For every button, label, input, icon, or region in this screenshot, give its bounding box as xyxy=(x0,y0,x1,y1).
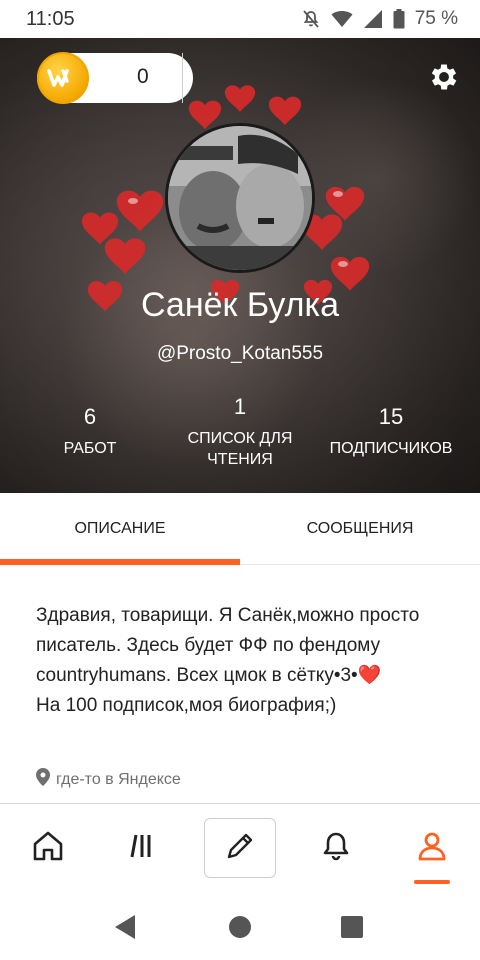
bio-text: Здравия, товарищи. Я Санёк,можно просто … xyxy=(36,601,446,721)
status-bar: 11:05 75 % xyxy=(0,0,480,38)
tab-description[interactable]: ОПИСАНИЕ xyxy=(0,493,240,565)
stat-reading-list-label: СПИСОК ДЛЯ ЧТЕНИЯ xyxy=(187,430,293,468)
stat-followers-value: 15 xyxy=(378,404,404,429)
battery-icon xyxy=(393,9,405,29)
active-nav-indicator xyxy=(414,880,450,884)
stat-reading-list[interactable]: 1 СПИСОК ДЛЯ ЧТЕНИЯ xyxy=(170,394,310,470)
stat-works[interactable]: 6 РАБОТ xyxy=(40,404,140,459)
stat-followers[interactable]: 15 ПОДПИСЧИКОВ xyxy=(320,404,462,459)
pencil-icon xyxy=(223,829,257,868)
user-handle: @Prosto_Kotan555 xyxy=(156,343,324,364)
status-icons: 75 % xyxy=(301,8,458,30)
gear-icon[interactable] xyxy=(427,60,461,94)
stat-followers-label: ПОДПИСЧИКОВ xyxy=(329,440,453,457)
profile-tabs: ОПИСАНИЕ СООБЩЕНИЯ xyxy=(0,493,480,565)
bio-line-1: Здравия, товарищи. Я Санёк,можно просто … xyxy=(36,605,420,686)
coin-count: 0 xyxy=(137,65,149,88)
back-icon[interactable] xyxy=(110,912,140,942)
location-text: где-то в Яндексе xyxy=(56,770,181,788)
nav-notifications[interactable] xyxy=(300,818,372,878)
coin-icon xyxy=(37,52,89,104)
avatar[interactable] xyxy=(165,123,315,273)
bottom-navigation xyxy=(0,803,480,895)
recents-icon[interactable] xyxy=(337,912,367,942)
location-pin-icon xyxy=(36,768,50,791)
bio-line-2: На 100 подписок,моя биография;) xyxy=(36,695,337,716)
library-icon xyxy=(127,829,161,868)
battery-percent: 75 % xyxy=(414,8,458,29)
profile-header: 0 + Санёк Булка @Prosto_Kotan555 6 РАБОТ… xyxy=(0,38,480,493)
bell-icon xyxy=(319,829,353,868)
home-button-icon[interactable] xyxy=(225,912,255,942)
home-icon xyxy=(31,829,65,868)
system-navigation xyxy=(0,895,480,960)
status-time: 11:05 xyxy=(26,7,75,30)
nav-profile[interactable] xyxy=(396,818,468,878)
location-row: где-то в Яндексе xyxy=(36,768,181,791)
stat-works-label: РАБОТ xyxy=(63,440,117,457)
nav-write[interactable] xyxy=(204,818,276,878)
stat-works-value: 6 xyxy=(83,404,97,429)
nav-home[interactable] xyxy=(12,818,84,878)
mute-icon xyxy=(301,9,321,29)
coins-widget[interactable]: 0 + xyxy=(37,52,215,104)
stat-reading-list-value: 1 xyxy=(233,394,247,419)
nav-library[interactable] xyxy=(108,818,180,878)
user-name: Санёк Булка xyxy=(140,286,340,324)
profile-icon xyxy=(415,829,449,868)
tab-messages[interactable]: СООБЩЕНИЯ xyxy=(240,493,480,565)
about-section: Здравия, товарищи. Я Санёк,можно просто … xyxy=(0,565,480,803)
wifi-icon xyxy=(331,10,353,28)
signal-icon xyxy=(363,9,383,29)
add-coins-button[interactable]: + xyxy=(183,53,230,103)
